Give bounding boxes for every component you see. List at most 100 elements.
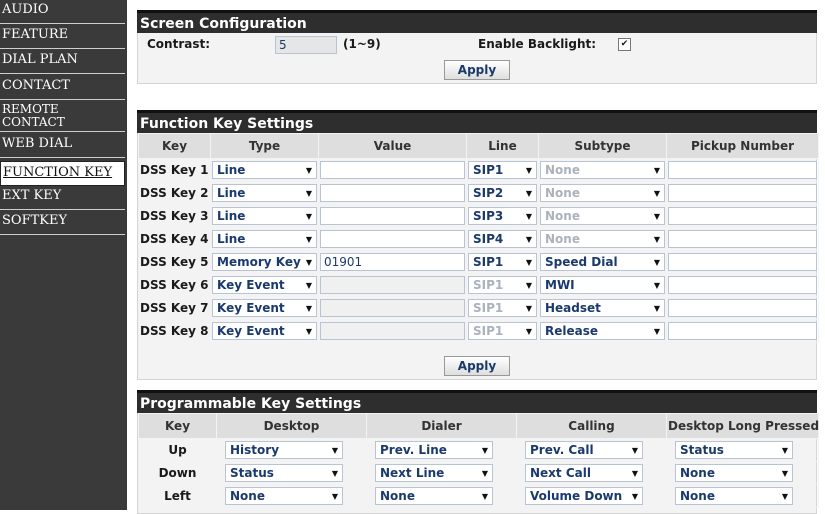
- sidebar-item-web-dial[interactable]: WEB DIAL: [0, 137, 125, 158]
- subtype-select[interactable]: None ▼: [540, 161, 665, 179]
- desktop-select[interactable]: History ▼: [225, 441, 343, 459]
- value-input[interactable]: [320, 276, 465, 294]
- programmable-key-title: Programmable Key Settings: [137, 390, 817, 413]
- dialer-select[interactable]: Prev. Line ▼: [375, 441, 493, 459]
- backlight-label: Enable Backlight:: [478, 37, 597, 51]
- sidebar-item-contact[interactable]: CONTACT: [0, 79, 125, 100]
- type-select[interactable]: Memory Key ▼: [212, 253, 317, 271]
- function-key-table: Key Type Value Line Subtype Pickup Numbe…: [138, 133, 819, 343]
- sidebar-item-feature[interactable]: FEATURE: [0, 28, 125, 49]
- line-select[interactable]: SIP2 ▼: [468, 184, 537, 202]
- chevron-down-icon: ▼: [653, 303, 660, 313]
- sidebar-item-audio[interactable]: AUDIO: [0, 3, 125, 24]
- pickup-input[interactable]: [668, 322, 817, 340]
- chevron-down-icon: ▼: [653, 326, 660, 336]
- chevron-down-icon: ▼: [305, 188, 312, 198]
- sidebar-item-softkey[interactable]: SOFTKEY: [0, 214, 125, 235]
- calling-select[interactable]: Prev. Call ▼: [525, 441, 643, 459]
- subtype-select[interactable]: None ▼: [540, 207, 665, 225]
- chevron-down-icon: ▼: [525, 303, 532, 313]
- pickup-input[interactable]: [668, 299, 817, 317]
- dss-key-label: DSS Key 7: [138, 296, 211, 320]
- function-key-title: Function Key Settings: [137, 110, 817, 133]
- line-select[interactable]: SIP4 ▼: [468, 230, 537, 248]
- pickup-input[interactable]: [668, 207, 817, 225]
- subtype-select[interactable]: Release ▼: [540, 322, 665, 340]
- line-select[interactable]: SIP1 ▼: [468, 276, 537, 294]
- chevron-down-icon: ▼: [525, 234, 532, 244]
- desktop-long-pressed-select[interactable]: Status ▼: [675, 441, 793, 459]
- table-row: DSS Key 5 Memory Key ▼ 01901 SIP1 ▼ Speed …: [138, 250, 819, 274]
- table-header-row: Key Desktop Dialer Calling Desktop Long …: [138, 413, 819, 439]
- pickup-input[interactable]: [668, 276, 817, 294]
- value-input[interactable]: 01901: [320, 253, 465, 271]
- table-row: Down Status ▼ Next Line ▼ Next Call ▼ None ▼: [138, 461, 819, 485]
- table-row: DSS Key 2 Line ▼ SIP2 ▼ None ▼: [138, 181, 819, 205]
- calling-select[interactable]: Volume Down ▼: [525, 487, 643, 505]
- value-input[interactable]: [320, 161, 465, 179]
- sidebar-item-function-key[interactable]: FUNCTION KEY: [0, 161, 125, 186]
- line-select[interactable]: SIP1 ▼: [468, 253, 537, 271]
- prog-key-label: Down: [138, 461, 217, 485]
- sidebar-item-ext-key[interactable]: EXT KEY: [0, 189, 125, 210]
- chevron-down-icon: ▼: [781, 468, 788, 478]
- value-input[interactable]: [320, 184, 465, 202]
- subtype-select[interactable]: MWI ▼: [540, 276, 665, 294]
- chevron-down-icon: ▼: [481, 491, 488, 501]
- dialer-select[interactable]: None ▼: [375, 487, 493, 505]
- type-select[interactable]: Line ▼: [212, 230, 317, 248]
- desktop-select[interactable]: None ▼: [225, 487, 343, 505]
- value-input[interactable]: [320, 322, 465, 340]
- sidebar-item-remote-contact[interactable]: REMOTE CONTACT: [0, 102, 125, 132]
- chevron-down-icon: ▼: [653, 188, 660, 198]
- line-select[interactable]: SIP1 ▼: [468, 322, 537, 340]
- line-select[interactable]: SIP1 ▼: [468, 299, 537, 317]
- screen-apply-button[interactable]: Apply: [444, 60, 510, 80]
- line-select[interactable]: SIP3 ▼: [468, 207, 537, 225]
- type-select[interactable]: Line ▼: [212, 207, 317, 225]
- subtype-select[interactable]: None ▼: [540, 184, 665, 202]
- chevron-down-icon: ▼: [305, 165, 312, 175]
- value-input[interactable]: [320, 230, 465, 248]
- value-input[interactable]: [320, 207, 465, 225]
- subtype-select[interactable]: Headset ▼: [540, 299, 665, 317]
- pickup-input[interactable]: [668, 161, 817, 179]
- desktop-long-pressed-select[interactable]: None ▼: [675, 487, 793, 505]
- desktop-long-pressed-select[interactable]: None ▼: [675, 464, 793, 482]
- programmable-key-panel: Programmable Key Settings Key Desktop Di…: [137, 390, 819, 514]
- dss-key-label: DSS Key 4: [138, 227, 211, 251]
- function-key-apply-button[interactable]: Apply: [444, 356, 510, 376]
- col-header-value: Value: [318, 133, 467, 159]
- chevron-down-icon: ▼: [631, 491, 638, 501]
- type-select[interactable]: Line ▼: [212, 161, 317, 179]
- pickup-input[interactable]: [668, 230, 817, 248]
- col-header-key: Key: [138, 413, 217, 439]
- value-input[interactable]: [320, 299, 465, 317]
- type-select[interactable]: Line ▼: [212, 184, 317, 202]
- line-select[interactable]: SIP1 ▼: [468, 161, 537, 179]
- dialer-select[interactable]: Next Line ▼: [375, 464, 493, 482]
- chevron-down-icon: ▼: [525, 280, 532, 290]
- sidebar-item-dial-plan[interactable]: DIAL PLAN: [0, 53, 125, 74]
- chevron-down-icon: ▼: [525, 165, 532, 175]
- table-row: DSS Key 8 Key Event ▼ SIP1 ▼ Release ▼: [138, 319, 819, 343]
- chevron-down-icon: ▼: [631, 445, 638, 455]
- contrast-input[interactable]: 5: [275, 36, 337, 54]
- subtype-select[interactable]: Speed Dial ▼: [540, 253, 665, 271]
- type-select[interactable]: Key Event ▼: [212, 276, 317, 294]
- col-header-line: Line: [466, 133, 539, 159]
- type-select[interactable]: Key Event ▼: [212, 299, 317, 317]
- dss-key-label: DSS Key 8: [138, 319, 211, 343]
- pickup-input[interactable]: [668, 184, 817, 202]
- desktop-select[interactable]: Status ▼: [225, 464, 343, 482]
- dss-key-label: DSS Key 2: [138, 181, 211, 205]
- chevron-down-icon: ▼: [653, 234, 660, 244]
- chevron-down-icon: ▼: [305, 234, 312, 244]
- backlight-checkbox[interactable]: ✔: [618, 38, 631, 51]
- type-select[interactable]: Key Event ▼: [212, 322, 317, 340]
- subtype-select[interactable]: None ▼: [540, 230, 665, 248]
- table-row: DSS Key 4 Line ▼ SIP4 ▼ None ▼: [138, 227, 819, 251]
- pickup-input[interactable]: [668, 253, 817, 271]
- chevron-down-icon: ▼: [525, 211, 532, 221]
- calling-select[interactable]: Next Call ▼: [525, 464, 643, 482]
